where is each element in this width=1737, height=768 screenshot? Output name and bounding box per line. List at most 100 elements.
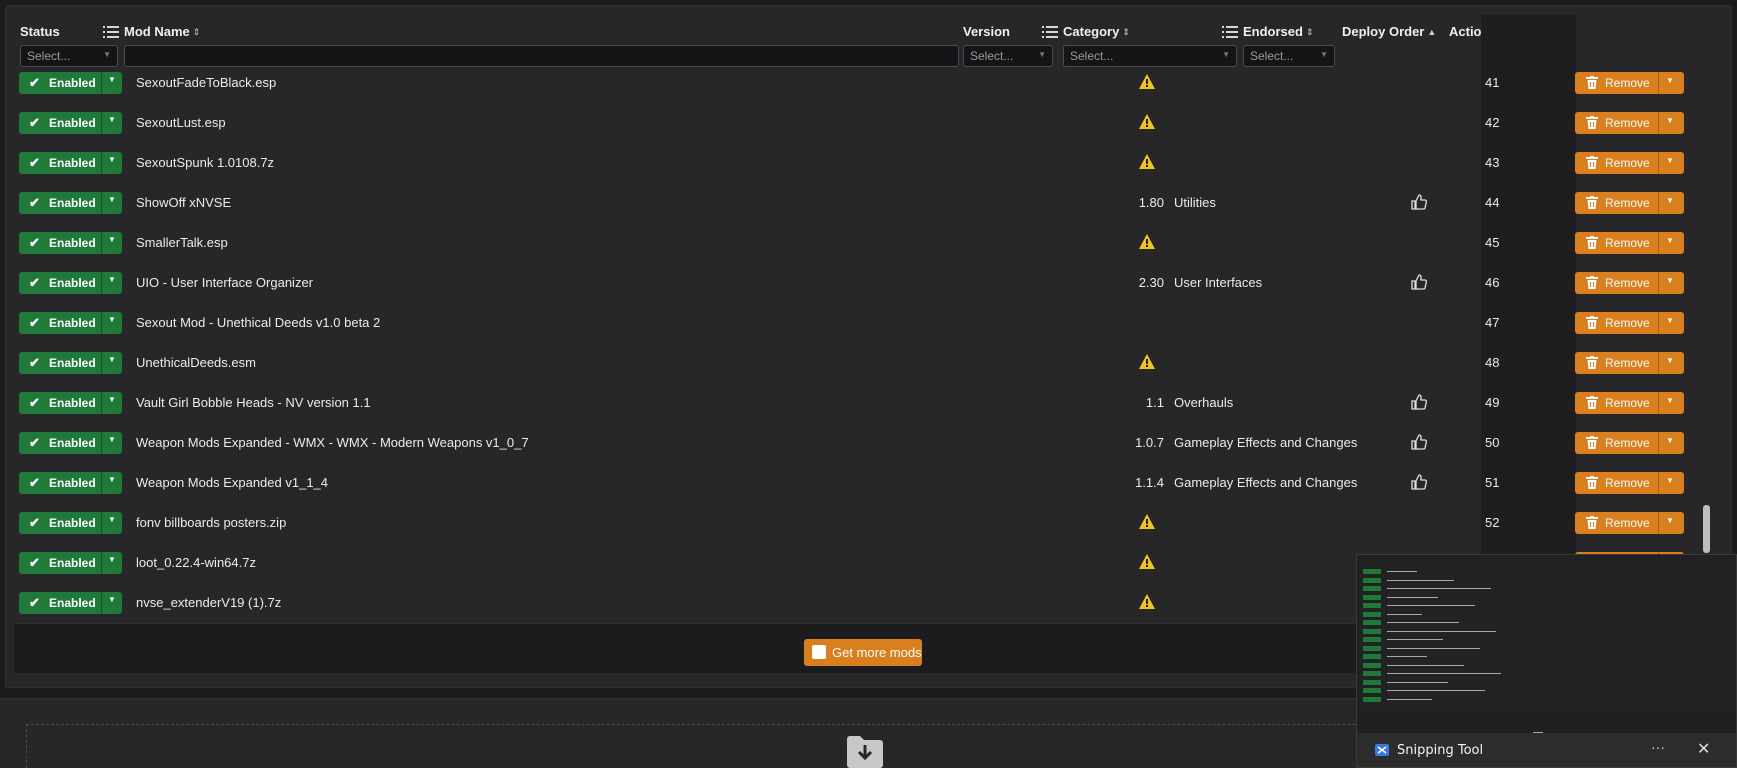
warning-icon[interactable] [1139, 514, 1155, 529]
column-deploy-order[interactable]: Deploy Order ▲ [1342, 24, 1436, 39]
thumbs-up-icon[interactable] [1411, 434, 1427, 450]
dropdown-caret-icon[interactable]: ▼ [108, 235, 116, 244]
dropdown-caret-icon[interactable]: ▼ [108, 395, 116, 404]
dropdown-caret-icon[interactable]: ▼ [1666, 316, 1674, 325]
warning-icon[interactable] [1139, 154, 1155, 169]
table-row[interactable]: ✔ Enabled ▼ fonv billboards posters.zip 52 Re… [0, 503, 1732, 543]
more-options-button[interactable]: ··· [1651, 739, 1665, 755]
table-row[interactable]: ✔ Enabled ▼ ShowOff xNVSE 1.80 Utilities 44 Rem… [0, 183, 1732, 223]
dropdown-caret-icon[interactable]: ▼ [108, 515, 116, 524]
warning-icon[interactable] [1139, 234, 1155, 249]
remove-button[interactable]: Remove▼ [1575, 472, 1684, 494]
table-row[interactable]: ✔ Enabled ▼ UnethicalDeeds.esm 48 Remove ▼ [0, 343, 1732, 383]
warning-icon[interactable] [1139, 114, 1155, 129]
remove-button[interactable]: Remove▼ [1575, 512, 1684, 534]
dropdown-caret-icon[interactable]: ▼ [108, 75, 116, 84]
dropdown-caret-icon[interactable]: ▼ [1666, 196, 1674, 205]
trash-icon [1586, 236, 1598, 249]
mod-name: loot_0.22.4-win64.7z [136, 555, 256, 570]
column-status[interactable]: Status [20, 24, 60, 39]
enabled-status-button[interactable]: ✔ Enabled ▼ [19, 72, 122, 94]
dropdown-caret-icon[interactable]: ▼ [108, 115, 116, 124]
enabled-status-button[interactable]: ✔ Enabled ▼ [19, 112, 122, 134]
table-row[interactable]: ✔ Enabled ▼ SexoutLust.esp 42 Remove ▼ [0, 103, 1732, 143]
table-row[interactable]: ✔ Enabled ▼ Sexout Mod - Unethical Deeds v1… [0, 303, 1732, 343]
remove-button[interactable]: Remove▼ [1575, 152, 1684, 174]
mod-name: SexoutLust.esp [136, 115, 226, 130]
list-icon[interactable] [103, 26, 119, 38]
dropdown-caret-icon[interactable]: ▼ [1666, 516, 1674, 525]
close-button[interactable]: ✕ [1697, 739, 1710, 759]
snipping-tool-popup[interactable]: Snipping Tool ··· ✕ [1356, 554, 1737, 768]
dropdown-caret-icon[interactable]: ▼ [1666, 396, 1674, 405]
dropdown-caret-icon[interactable]: ▼ [108, 315, 116, 324]
remove-button[interactable]: Remove▼ [1575, 232, 1684, 254]
dropdown-caret-icon[interactable]: ▼ [108, 475, 116, 484]
warning-icon[interactable] [1139, 594, 1155, 609]
enabled-status-button[interactable]: ✔ Enabled ▼ [19, 552, 122, 574]
dropdown-caret-icon[interactable]: ▼ [108, 195, 116, 204]
enabled-status-button[interactable]: ✔ Enabled ▼ [19, 232, 122, 254]
list-icon[interactable] [1042, 26, 1058, 38]
warning-icon[interactable] [1139, 74, 1155, 89]
remove-button[interactable]: Remove▼ [1575, 352, 1684, 374]
table-row[interactable]: ✔ Enabled ▼ Weapon Mods Expanded v1_1_4 1.1.… [0, 463, 1732, 503]
list-icon[interactable] [1222, 26, 1238, 38]
column-endorsed[interactable]: Endorsed ⇕ [1243, 24, 1314, 39]
column-category[interactable]: Category ⇕ [1063, 24, 1130, 39]
table-row[interactable]: ✔ Enabled ▼ UIO - User Interface Organizer 2… [0, 263, 1732, 303]
table-row[interactable]: ✔ Enabled ▼ Vault Girl Bobble Heads - NV ve… [0, 383, 1732, 423]
thumbs-up-icon[interactable] [1411, 274, 1427, 290]
screenshot-thumbnail[interactable] [1359, 557, 1736, 707]
dropdown-caret-icon[interactable]: ▼ [1666, 276, 1674, 285]
thumbnail-row [1363, 637, 1703, 643]
scrollbar-thumb[interactable] [1703, 505, 1710, 553]
thumbs-up-icon[interactable] [1411, 474, 1427, 490]
enabled-status-button[interactable]: ✔ Enabled ▼ [19, 432, 122, 454]
dropdown-caret-icon[interactable]: ▼ [1666, 356, 1674, 365]
enabled-status-button[interactable]: ✔ Enabled ▼ [19, 592, 122, 614]
dropdown-caret-icon[interactable]: ▼ [108, 355, 116, 364]
remove-button[interactable]: Remove▼ [1575, 392, 1684, 414]
dropdown-caret-icon[interactable]: ▼ [1666, 436, 1674, 445]
remove-button[interactable]: Remove▼ [1575, 312, 1684, 334]
check-icon: ✔ [29, 115, 40, 130]
column-version[interactable]: Version [963, 24, 1010, 39]
dropdown-caret-icon[interactable]: ▼ [1666, 76, 1674, 85]
warning-icon[interactable] [1139, 354, 1155, 369]
mod-version: 1.1 [1145, 395, 1164, 410]
remove-button[interactable]: Remove▼ [1575, 272, 1684, 294]
remove-button[interactable]: Remove▼ [1575, 432, 1684, 454]
enabled-status-button[interactable]: ✔ Enabled ▼ [19, 512, 122, 534]
dropdown-caret-icon[interactable]: ▼ [1666, 476, 1674, 485]
enabled-status-button[interactable]: ✔ Enabled ▼ [19, 352, 122, 374]
dropdown-caret-icon[interactable]: ▼ [1666, 116, 1674, 125]
check-icon: ✔ [29, 595, 40, 610]
enabled-status-button[interactable]: ✔ Enabled ▼ [19, 472, 122, 494]
dropdown-caret-icon[interactable]: ▼ [108, 595, 116, 604]
remove-button[interactable]: Remove▼ [1575, 112, 1684, 134]
enabled-status-button[interactable]: ✔ Enabled ▼ [19, 152, 122, 174]
dropdown-caret-icon[interactable]: ▼ [1666, 156, 1674, 165]
table-row[interactable]: ✔ Enabled ▼ SexoutSpunk 1.0108.7z 43 Remove ▼ [0, 143, 1732, 183]
thumbs-up-icon[interactable] [1411, 394, 1427, 410]
table-row[interactable]: ✔ Enabled ▼ Weapon Mods Expanded - WMX - WM… [0, 423, 1732, 463]
table-row[interactable]: ✔ Enabled ▼ SexoutFadeToBlack.esp 41 Remove ▼ [0, 63, 1732, 103]
enabled-status-button[interactable]: ✔ Enabled ▼ [19, 392, 122, 414]
enabled-status-button[interactable]: ✔ Enabled ▼ [19, 192, 122, 214]
download-icon [847, 736, 883, 768]
enabled-status-button[interactable]: ✔ Enabled ▼ [19, 312, 122, 334]
dropdown-caret-icon[interactable]: ▼ [108, 555, 116, 564]
column-mod-name[interactable]: Mod Name ⇕ [124, 24, 200, 39]
enabled-status-button[interactable]: ✔ Enabled ▼ [19, 272, 122, 294]
thumbs-up-icon[interactable] [1411, 194, 1427, 210]
dropdown-caret-icon[interactable]: ▼ [108, 435, 116, 444]
get-more-mods-button[interactable]: Get more mods [804, 639, 922, 666]
remove-button[interactable]: Remove▼ [1575, 192, 1684, 214]
dropdown-caret-icon[interactable]: ▼ [1666, 236, 1674, 245]
warning-icon[interactable] [1139, 554, 1155, 569]
dropdown-caret-icon[interactable]: ▼ [108, 155, 116, 164]
remove-button[interactable]: Remove▼ [1575, 72, 1684, 94]
dropdown-caret-icon[interactable]: ▼ [108, 275, 116, 284]
table-row[interactable]: ✔ Enabled ▼ SmallerTalk.esp 45 Remove ▼ [0, 223, 1732, 263]
